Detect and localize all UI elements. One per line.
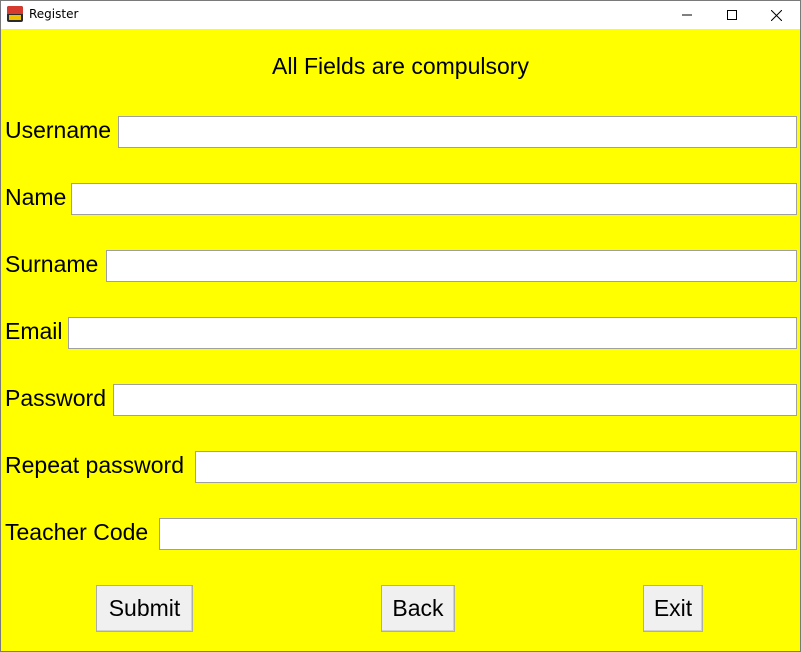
password-label: Password (5, 385, 106, 411)
teacher-code-input[interactable] (159, 518, 797, 550)
back-button[interactable]: Back (381, 585, 455, 632)
java-app-icon (7, 6, 23, 22)
form-area: All Fields are compulsory Username Name … (1, 29, 800, 651)
username-label: Username (5, 117, 112, 143)
repeat-password-input[interactable] (195, 451, 797, 483)
form-heading: All Fields are compulsory (272, 53, 529, 79)
password-input[interactable] (113, 384, 797, 416)
name-label: Name (5, 184, 67, 210)
email-input[interactable] (68, 317, 797, 349)
submit-button[interactable]: Submit (96, 585, 193, 632)
repeat-password-label: Repeat password (5, 452, 184, 478)
surname-label: Surname (5, 251, 99, 277)
surname-input[interactable] (106, 250, 797, 282)
username-input[interactable] (118, 116, 797, 148)
exit-button[interactable]: Exit (643, 585, 703, 632)
close-icon (771, 9, 782, 21)
register-window: Register All Fields are compulsory Usern… (0, 0, 801, 652)
title-bar[interactable]: Register (1, 1, 800, 29)
teacher-code-label: Teacher Code (5, 519, 149, 545)
maximize-icon (726, 10, 737, 20)
close-button[interactable] (754, 1, 799, 29)
minimize-icon (681, 14, 692, 16)
name-input[interactable] (71, 183, 797, 215)
minimize-button[interactable] (664, 1, 709, 29)
email-label: Email (5, 318, 63, 344)
maximize-button[interactable] (709, 1, 754, 29)
window-title: Register (29, 7, 79, 21)
